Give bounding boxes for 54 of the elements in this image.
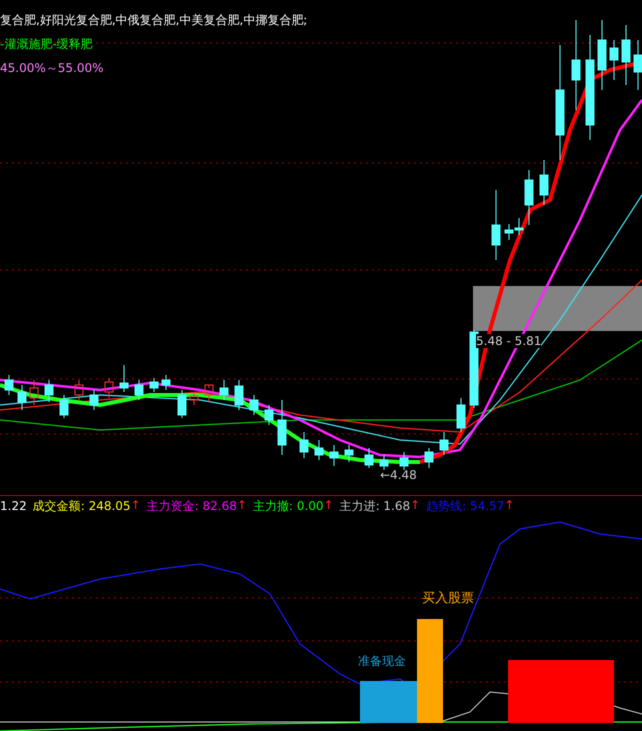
annotation-text: 复合肥,好阳光复合肥,中俄复合肥,中美复合肥,中挪复合肥; bbox=[0, 12, 308, 28]
up-arrow-text: ↑ bbox=[410, 498, 420, 514]
annotation-text: -灌溉施肥-缓释肥 bbox=[0, 36, 94, 52]
candlestick bbox=[610, 40, 618, 80]
candlestick bbox=[44, 380, 54, 402]
candlestick bbox=[60, 394, 68, 418]
low-price-label: ←4.48 bbox=[380, 468, 417, 482]
candlestick bbox=[440, 432, 448, 456]
up-arrow-text: ↑ bbox=[130, 498, 141, 514]
indicator-reading: 趋势线: 54.57 bbox=[426, 498, 504, 514]
candlestick bbox=[344, 444, 354, 462]
price-range-label: 5.48 - 5.81 bbox=[476, 334, 542, 348]
up-arrow-text: ↑ bbox=[236, 498, 247, 514]
indicator-reading: 成交金额: 248.05 bbox=[32, 498, 131, 514]
indicator-reading: 主力资金: 82.68 bbox=[146, 498, 237, 514]
candlestick bbox=[134, 380, 144, 400]
indicator-value: 1.22 bbox=[0, 499, 27, 513]
candlestick bbox=[4, 374, 14, 396]
candlestick bbox=[150, 378, 158, 392]
up-arrow-text: ↑ bbox=[324, 498, 334, 514]
candlestick bbox=[540, 160, 548, 206]
candlestick bbox=[220, 380, 228, 400]
candlestick bbox=[18, 384, 26, 410]
candlestick bbox=[190, 392, 198, 406]
candlestick bbox=[234, 380, 244, 410]
candlestick bbox=[90, 390, 98, 410]
candlestick bbox=[330, 444, 338, 466]
candlestick bbox=[30, 380, 38, 406]
candlestick bbox=[120, 364, 128, 392]
candlestick bbox=[492, 190, 500, 260]
candlestick bbox=[104, 378, 114, 398]
candlestick bbox=[634, 40, 642, 90]
candlestick bbox=[364, 448, 374, 468]
candlestick bbox=[622, 24, 630, 86]
indicator-reading: 主力进: 1.68 bbox=[340, 498, 410, 514]
candlestick bbox=[400, 452, 408, 470]
candlestick bbox=[74, 380, 84, 400]
annotation-text: 45.00%～55.00% bbox=[0, 60, 105, 76]
candlestick bbox=[598, 20, 606, 90]
candlestick bbox=[204, 384, 214, 402]
candlestick bbox=[278, 400, 286, 456]
candlestick bbox=[162, 374, 170, 390]
candlestick bbox=[300, 432, 308, 458]
candlestick bbox=[178, 390, 186, 418]
candlestick bbox=[314, 440, 324, 460]
candlestick bbox=[250, 394, 258, 416]
candlestick bbox=[424, 448, 434, 468]
candlestick bbox=[504, 224, 514, 240]
candlestick bbox=[456, 398, 466, 432]
up-arrow-text: ↑ bbox=[504, 498, 514, 514]
candlestick bbox=[380, 454, 388, 470]
signal-label: 买入股票 bbox=[422, 590, 474, 607]
candlestick bbox=[264, 404, 274, 426]
indicator-reading: 主力撤: 0.00 bbox=[252, 498, 324, 514]
